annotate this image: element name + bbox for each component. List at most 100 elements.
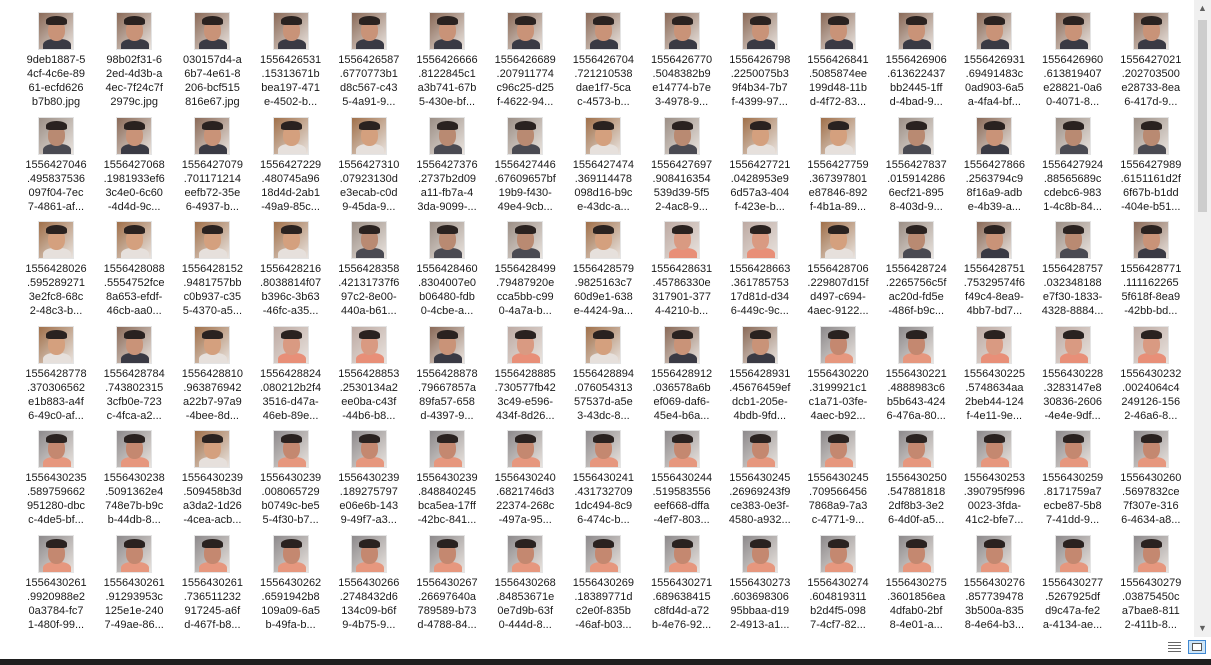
file-item[interactable]: 1556430279.03875450c a7bae8-811 2-411b-8..… xyxy=(1112,530,1190,634)
file-item[interactable]: 1556428631 .45786330e 317901-377 4-4210-b..… xyxy=(643,216,721,320)
scroll-up-arrow-icon[interactable]: ▲ xyxy=(1194,0,1211,17)
file-item[interactable]: 1556426960 .613819407 e28821-0a6 0-4071-8..… xyxy=(1034,7,1112,111)
details-view-icon[interactable] xyxy=(1166,640,1184,654)
file-item[interactable]: 1556430275.3601856ea 4dfab0-2bf 8-4e01-a..… xyxy=(877,530,955,634)
file-item[interactable]: 1556430267.26697640a 789589-b73 d-4788-84.… xyxy=(408,530,486,634)
file-item[interactable]: 1556428757 .032348188 e7f30-1833- 4328-8884… xyxy=(1034,216,1112,320)
file-item[interactable]: 1556427721.0428953e9 6d57a3-404 f-423e-b..… xyxy=(721,112,799,216)
file-item[interactable]: 1556426587 .6770773b1 d8c567-c43 5-4a91-9..… xyxy=(330,7,408,111)
file-item[interactable]: 1556427310.07923130d e3ecab-c0d 9-45da-9..… xyxy=(330,112,408,216)
file-item[interactable]: 1556430268.84853671e 0e7d9b-63f 0-444d-8..… xyxy=(486,530,564,634)
file-item[interactable]: 1556428778.370306562 e1b883-a4f 6-49c0-af.… xyxy=(17,321,95,425)
file-item[interactable]: 1556430241 .431732709 1dc494-8c9 6-474c-b..… xyxy=(564,425,642,529)
file-item[interactable]: 1556427866.2563794c9 8f16a9-adb e-4b39-a..… xyxy=(955,112,1033,216)
file-item[interactable]: 98b02f31-6 2ed-4d3b-a 4ec-7f24c7f 2979c.jpg xyxy=(95,7,173,111)
file-item[interactable]: 1556426531 .15313671b bea197-471 e-4502-b..… xyxy=(252,7,330,111)
file-item[interactable]: 1556430277.5267925df d9c47a-fe2 a-4134-ae.… xyxy=(1034,530,1112,634)
large-icons-view-icon[interactable] xyxy=(1188,640,1206,654)
file-item[interactable]: 1556430274.604819311 b2d4f5-098 7-4cf7-82.… xyxy=(799,530,877,634)
file-item[interactable]: 1556426666 .8122845c1 a3b741-67b 5-430e-bf.… xyxy=(408,7,486,111)
file-item[interactable]: 1556430220.3199921c1 c1a71-03fe- 4aec-b92.… xyxy=(799,321,877,425)
file-item[interactable]: 1556430235 .589759662 951280-dbc c-4de5-bf.… xyxy=(17,425,95,529)
file-item[interactable]: 1556428579 .9825163c7 60d9e1-638 e-4424-9a.… xyxy=(564,216,642,320)
file-item[interactable]: 1556427079.701171214 eefb72-35e 6-4937-b..… xyxy=(173,112,251,216)
file-item[interactable]: 1556428853.2530134a2 ee0ba-c43f -44b6-b8..… xyxy=(330,321,408,425)
file-item[interactable]: 1556430261.9920988e2 0a3784-fc7 1-480f-99.… xyxy=(17,530,95,634)
file-name-line: 1556428885 xyxy=(494,367,556,380)
file-item[interactable]: 1556427989.6151161d2f 6f67b-b1dd -404e-b51… xyxy=(1112,112,1190,216)
file-item[interactable]: 1556430273.603698306 95bbaa-d19 2-4913-a1.… xyxy=(721,530,799,634)
file-item[interactable]: 1556427837.015914286 6ecf21-895 8-403d-9..… xyxy=(877,112,955,216)
file-item[interactable]: 1556430260 .5697832ce 7f307e-316 6-4634-a8.… xyxy=(1112,425,1190,529)
file-item[interactable]: 1556430245 .26969243f9 ce383-0e3f- 4580-a93… xyxy=(721,425,799,529)
file-item[interactable]: 9deb1887-5 4cf-4c6e-89 61-ecfd626 b7b80.jpg xyxy=(17,7,95,111)
file-item[interactable]: 1556426931 .69491483c 0ad903-6a5 a-4fa4-bf.… xyxy=(955,7,1033,111)
file-item[interactable]: 1556428663 .361785753 17d81d-d34 6-449c-9c.… xyxy=(721,216,799,320)
file-item[interactable]: 1556427759.367397801 e87846-892 f-4b1a-89.… xyxy=(799,112,877,216)
file-item[interactable]: 1556430240 .6821746d3 22374-268c -497a-95..… xyxy=(486,425,564,529)
file-item[interactable]: 1556428931.45676459ef dcb1-205e- 4bdb-9fd.… xyxy=(721,321,799,425)
vertical-scrollbar[interactable]: ▲ ▼ xyxy=(1194,0,1211,637)
file-item[interactable]: 1556428724 .2265756c5f ac20d-fd5e -486f-b9c… xyxy=(877,216,955,320)
file-item[interactable]: 1556430228.3283147e8 30836-2606 -4e4e-9df.… xyxy=(1034,321,1112,425)
file-item[interactable]: 1556430245 .709566456 7868a9-7a3 c-4771-9..… xyxy=(799,425,877,529)
file-item[interactable]: 1556430266.2748432d6 134c09-b6f 9-4b75-9..… xyxy=(330,530,408,634)
file-item[interactable]: 1556430221.4888983c6 b5b643-424 6-476a-80.… xyxy=(877,321,955,425)
file-item[interactable]: 1556428706 .229807d15f d497-c694- 4aec-9122… xyxy=(799,216,877,320)
file-item[interactable]: 1556428088 .5554752fce 8a653-efdf- 46cb-aa0… xyxy=(95,216,173,320)
file-item[interactable]: 1556430232.0024064c4 249126-156 2-46a6-8..… xyxy=(1112,321,1190,425)
file-item[interactable]: 1556426798 .2250075b3 9f4b34-7b7 f-4399-97.… xyxy=(721,7,799,111)
file-item[interactable]: 1556427021 .202703500 e28733-8ea 6-417d-9..… xyxy=(1112,7,1190,111)
file-item[interactable]: 1556430259 .8171759a7 ecbe87-5b8 7-41dd-9..… xyxy=(1034,425,1112,529)
file-item[interactable]: 1556428912.036578a6b ef069-daf6- 45e4-b6a.… xyxy=(643,321,721,425)
file-item[interactable]: 1556427376.2737b2d09 a11-fb7a-4 3da-9099-.… xyxy=(408,112,486,216)
file-item[interactable]: 1556427474.369114478 098d16-b9c e-43dc-a..… xyxy=(564,112,642,216)
file-name-line: f49c4-8ea9- xyxy=(965,291,1024,303)
file-item[interactable]: 1556426770 .5048382b9 e14774-b7e 3-4978-9..… xyxy=(643,7,721,111)
file-item[interactable]: 1556428885.730577fb42 3c49-e596- 434f-8d26… xyxy=(486,321,564,425)
file-item[interactable]: 1556430250 .547881818 2df8b3-3e2 6-4d0f-a5.… xyxy=(877,425,955,529)
file-item[interactable]: 1556428810.963876942 a22b7-97a9 -4bee-8d..… xyxy=(173,321,251,425)
file-item[interactable]: 1556430276.857739478 3b500a-835 8-4e64-b3.… xyxy=(955,530,1033,634)
file-item[interactable]: 1556430238 .5091362e4 748e7b-b9c b-44db-8..… xyxy=(95,425,173,529)
file-item[interactable]: 1556427924.88565689c cdebc6-983 1-4c8b-84.… xyxy=(1034,112,1112,216)
file-item[interactable]: 1556428878.79667857a 89fa57-658 d-4397-9..… xyxy=(408,321,486,425)
file-item[interactable]: 1556430244 .519583556 eef668-dffa -4ef7-803… xyxy=(643,425,721,529)
file-item[interactable]: 1556428894.076054313 57537d-a5e 3-43dc-8..… xyxy=(564,321,642,425)
file-item[interactable]: 1556427229.480745a96 18d4d-2ab1 -49a9-85c.… xyxy=(252,112,330,216)
file-item[interactable]: 1556428824.080212b2f4 3516-d47a- 46eb-89e.… xyxy=(252,321,330,425)
file-thumbnail xyxy=(194,430,231,468)
scrollbar-thumb[interactable] xyxy=(1198,20,1207,212)
scroll-down-arrow-icon[interactable]: ▼ xyxy=(1194,620,1211,637)
file-item[interactable]: 1556430271.689638415 c8fd4d-a72 b-4e76-92.… xyxy=(643,530,721,634)
file-item[interactable]: 1556428771 .111162265 5f618f-8ea9 -42bb-bd.… xyxy=(1112,216,1190,320)
file-item[interactable]: 1556430239 .509458b3d a3da2-1d26 -4cea-acb.… xyxy=(173,425,251,529)
file-item[interactable]: 1556427068.1981933ef6 3c4e0-6c60 -4d4d-9c.… xyxy=(95,112,173,216)
file-item[interactable]: 1556428358 .42131737f6 97c2-8e00- 440a-b61.… xyxy=(330,216,408,320)
file-item[interactable]: 1556426841 .5085874ee 199d48-11b d-4f72-83.… xyxy=(799,7,877,111)
file-name-line: 249126-156 xyxy=(1121,395,1181,408)
file-item[interactable]: 1556430239 .008065729 b0749c-be5 5-4f30-b7.… xyxy=(252,425,330,529)
file-item[interactable]: 1556430253 .390795f996 0023-3fda- 41c2-bfe7… xyxy=(955,425,1033,529)
file-item[interactable]: 1556430269.18389771d c2e0f-835b -46af-b03.… xyxy=(564,530,642,634)
file-item[interactable]: 1556428152 .9481757bb c0b937-c35 5-4370-a5.… xyxy=(173,216,251,320)
file-item[interactable]: 1556428784.743802315 3cfb0e-723 c-4fca-a2.… xyxy=(95,321,173,425)
file-item[interactable]: 1556430225.5748634aa 2beb44-124 f-4e11-9e.… xyxy=(955,321,1033,425)
file-item[interactable]: 1556428460 .8304007e0 b06480-fdb 0-4cbe-a..… xyxy=(408,216,486,320)
file-item[interactable]: 1556430261.736511232 917245-a6f d-467f-b8.… xyxy=(173,530,251,634)
file-item[interactable]: 1556430262.6591942b8 109a09-6a5 b-49fa-b..… xyxy=(252,530,330,634)
file-item[interactable]: 1556430239 .848840245 bca5ea-17ff -42bc-841… xyxy=(408,425,486,529)
file-item[interactable]: 1556426704 .721210538 dae1f7-5ca c-4573-b..… xyxy=(564,7,642,111)
file-item[interactable]: 1556430261.91293953c 125e1e-240 7-49ae-86.… xyxy=(95,530,173,634)
file-item[interactable]: 1556427046.495837536 097f04-7ec 7-4861-af.… xyxy=(17,112,95,216)
file-item[interactable]: 030157d4-a 6b7-4e61-8 206-bcf515 816e67.jpg xyxy=(173,7,251,111)
file-item[interactable]: 1556427446.67609657bf 19b9-f430- 49e4-9cb.… xyxy=(486,112,564,216)
file-item[interactable]: 1556428216 .8038814f07 b396c-3b63 -46fc-a35… xyxy=(252,216,330,320)
file-item[interactable]: 1556426689 .207911774 c96c25-d25 f-4622-94.… xyxy=(486,7,564,111)
file-item[interactable]: 1556428499 .79487920e cca5bb-c99 0-4a7a-b..… xyxy=(486,216,564,320)
file-item[interactable]: 1556430239 .189275797 e06e6b-143 9-49f7-a3.… xyxy=(330,425,408,529)
file-item[interactable]: 1556428751 .75329574f6 f49c4-8ea9- 4bb7-bd7… xyxy=(955,216,1033,320)
file-item[interactable]: 1556426906 .613622437 bb2445-1ff d-4bad-9..… xyxy=(877,7,955,111)
file-item[interactable]: 1556428026 .595289271 3e2fc8-68c 2-48c3-b..… xyxy=(17,216,95,320)
file-item[interactable]: 1556427697.908416354 539d39-5f5 2-4ac8-9..… xyxy=(643,112,721,216)
